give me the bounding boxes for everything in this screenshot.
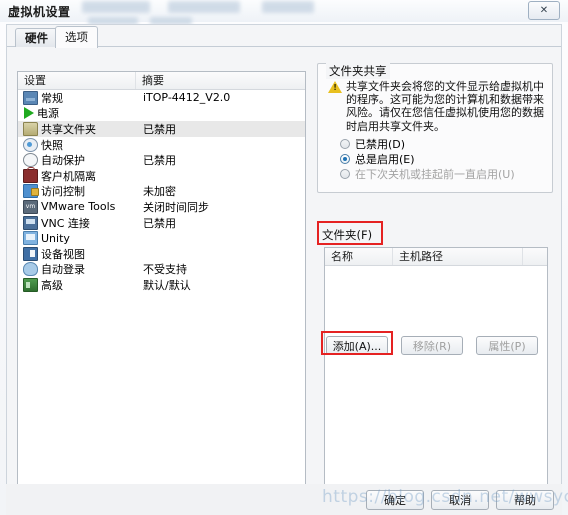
remove-folder-button: 移除(R) (401, 336, 463, 355)
blurred-region (262, 1, 314, 13)
settings-row-summary: iTOP-4412_V2.0 (143, 91, 231, 105)
camera-icon (23, 137, 38, 152)
sharing-warning: 共享文件夹会将您的文件显示给虚拟机中的程序。这可能为您的计算机和数据带来风险。请… (328, 80, 546, 133)
user-icon (23, 262, 38, 277)
folders-label: 文件夹(F) (322, 228, 373, 242)
column-header-setting: 设置 (18, 72, 136, 89)
title-bar: 虚拟机设置 ✕ (0, 0, 568, 25)
tab-options[interactable]: 选项 (55, 26, 98, 48)
blurred-region (82, 1, 150, 13)
settings-row-summary: 关闭时间同步 (143, 200, 209, 214)
dialog-client-area: 硬件 选项 设置 摘要 常规 iTOP-4412_V2.0 电源 共享文件夹 已禁用 快照… (6, 24, 562, 508)
settings-row-label: 自动登录 (41, 263, 85, 277)
radio-option-label: 已禁用(D) (355, 138, 406, 151)
settings-row-summary: 未加密 (143, 185, 176, 199)
column-header-summary: 摘要 (142, 74, 164, 87)
settings-row-label: 常规 (41, 91, 63, 105)
settings-row-summary: 已禁用 (143, 154, 176, 168)
settings-row[interactable]: 访问控制 未加密 (18, 184, 305, 200)
dialog-footer: 确定 取消 帮助 (6, 484, 562, 515)
tab-strip: 硬件 选项 (7, 25, 561, 48)
folder-sharing-title: 文件夹共享 (326, 63, 390, 79)
settings-row-label: VMware Tools (41, 200, 116, 214)
options-page: 设置 摘要 常规 iTOP-4412_V2.0 电源 共享文件夹 已禁用 快照 自动保护 已禁… (7, 47, 561, 507)
settings-row[interactable]: 电源 (18, 106, 305, 122)
folder-sharing-group: 文件夹共享 共享文件夹会将您的文件显示给虚拟机中的程序。这可能为您的计算机和数据… (317, 63, 553, 193)
access-icon (23, 184, 39, 199)
vnc-icon (23, 215, 38, 230)
settings-row[interactable]: 共享文件夹 已禁用 (18, 121, 305, 137)
vmware-tools-icon: vm (23, 199, 38, 214)
settings-row-summary: 默认/默认 (143, 278, 191, 292)
settings-row-label: VNC 连接 (41, 216, 90, 230)
settings-row[interactable]: vm VMware Tools 关闭时间同步 (18, 199, 305, 215)
shield-icon (23, 153, 38, 168)
settings-row[interactable]: 设备视图 (18, 246, 305, 262)
column-header-name: 名称 (325, 248, 393, 265)
settings-row-label: 访问控制 (41, 185, 85, 199)
radio-option-disabled[interactable]: 已禁用(D) (340, 136, 405, 152)
settings-row-label: 高级 (41, 278, 63, 292)
column-header-host-path: 主机路径 (393, 248, 523, 265)
settings-row-label: 共享文件夹 (41, 122, 96, 136)
radio-option-always-enabled[interactable]: 总是启用(E) (340, 151, 415, 167)
shared-folders-list[interactable]: 名称 主机路径 (324, 247, 548, 495)
settings-row-summary: 已禁用 (143, 216, 176, 230)
folder-properties-button: 属性(P) (476, 336, 538, 355)
settings-row[interactable]: 常规 iTOP-4412_V2.0 (18, 90, 305, 106)
radio-icon-checked[interactable] (340, 154, 350, 164)
radio-icon[interactable] (340, 139, 350, 149)
settings-row-label: 客户机隔离 (41, 169, 96, 183)
lock-icon (23, 166, 38, 183)
settings-list-header: 设置 摘要 (18, 72, 305, 90)
column-header-spacer (523, 248, 547, 265)
settings-row-summary: 不受支持 (143, 263, 187, 277)
ok-button[interactable]: 确定 (366, 490, 424, 510)
settings-row-label: 电源 (37, 107, 59, 121)
sharing-warning-text: 共享文件夹会将您的文件显示给虚拟机中的程序。这可能为您的计算机和数据带来风险。请… (346, 80, 544, 133)
settings-row[interactable]: 快照 (18, 137, 305, 153)
settings-row-label: 设备视图 (41, 247, 85, 261)
radio-icon (340, 169, 350, 179)
monitor-icon (23, 90, 38, 105)
advanced-icon (23, 277, 38, 292)
settings-row-label: Unity (41, 231, 70, 245)
options-detail-panel: 文件夹共享 共享文件夹会将您的文件显示给虚拟机中的程序。这可能为您的计算机和数据… (317, 55, 553, 503)
add-folder-button[interactable]: 添加(A)... (326, 336, 388, 355)
close-icon[interactable]: ✕ (528, 1, 560, 20)
device-view-icon (23, 246, 38, 261)
settings-list[interactable]: 设置 摘要 常规 iTOP-4412_V2.0 电源 共享文件夹 已禁用 快照 自动保护 已禁… (17, 71, 306, 486)
virtual-machine-settings-window: 虚拟机设置 ✕ 硬件 选项 设置 摘要 常规 iTOP-4412_V2.0 电源 共享… (0, 0, 568, 515)
settings-row-label: 自动保护 (41, 154, 85, 168)
settings-row[interactable]: 高级 默认/默认 (18, 277, 305, 293)
radio-option-label: 总是启用(E) (355, 153, 415, 166)
shared-folders-header: 名称 主机路径 (325, 248, 547, 266)
cancel-button[interactable]: 取消 (431, 490, 489, 510)
settings-row[interactable]: 自动保护 已禁用 (18, 152, 305, 168)
blurred-region (168, 1, 240, 13)
settings-row-summary: 已禁用 (143, 122, 176, 136)
settings-row[interactable]: Unity (18, 230, 305, 246)
settings-row[interactable]: 客户机隔离 (18, 166, 305, 184)
warning-icon (328, 81, 342, 94)
unity-icon (23, 231, 38, 246)
radio-option-label: 在下次关机或挂起前一直启用(U) (355, 168, 515, 181)
play-icon (24, 107, 34, 120)
help-button[interactable]: 帮助 (496, 490, 554, 510)
settings-row-container: 常规 iTOP-4412_V2.0 电源 共享文件夹 已禁用 快照 自动保护 已禁用 客户机隔离… (18, 90, 305, 293)
tab-hardware[interactable]: 硬件 (15, 28, 58, 47)
settings-row[interactable]: VNC 连接 已禁用 (18, 215, 305, 231)
radio-option-until-shutdown: 在下次关机或挂起前一直启用(U) (340, 166, 515, 182)
settings-row[interactable]: 自动登录 不受支持 (18, 262, 305, 278)
settings-row-label: 快照 (41, 138, 63, 152)
folder-icon (23, 121, 38, 136)
window-title: 虚拟机设置 (8, 5, 71, 19)
